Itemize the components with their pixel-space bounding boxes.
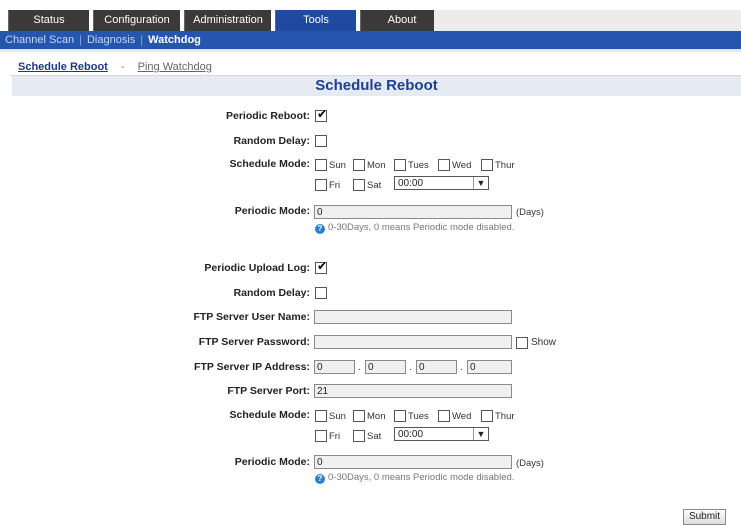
ftp-user-label: FTP Server User Name: [193,311,310,323]
upload-time-value: 00:00 [398,429,424,440]
periodic-mode-hint: ? 0-30Days, 0 means Periodic mode disable… [315,222,514,234]
top-navigation: Status Configuration Administration Tool… [0,0,741,32]
upload-periodic-mode-hint: ? 0-30Days, 0 means Periodic mode disable… [315,472,514,484]
day-tues-label: Tues [408,160,429,171]
subnav-watchdog[interactable]: Watchdog [143,34,206,46]
upload-periodic-mode-input[interactable]: 0 [314,455,512,469]
show-password-label: Show [531,337,557,348]
chevron-down-icon: ▼ [473,177,488,189]
link-schedule-reboot[interactable]: Schedule Reboot [18,61,108,73]
tab-administration[interactable]: Administration [184,10,271,31]
ftp-ip-octet-4[interactable]: 0 [467,360,512,374]
link-ping-watchdog[interactable]: Ping Watchdog [138,61,212,73]
upload-day-sun-checkbox[interactable] [315,410,327,422]
reboot-time-value: 00:00 [398,178,424,189]
day-wed-checkbox[interactable] [438,159,450,171]
upload-time-select[interactable]: 00:00 ▼ [394,427,489,441]
periodic-mode-input[interactable]: 0 [314,205,512,219]
section-title: Schedule Reboot [12,76,741,96]
tab-status[interactable]: Status [8,10,89,31]
tabs-filler [434,10,741,32]
random-delay-label: Random Delay: [233,135,310,147]
ftp-password-input[interactable] [314,335,512,349]
check-icon: ✔ [317,107,328,121]
upload-day-fri-checkbox[interactable] [315,430,327,442]
ftp-ip-octet-2[interactable]: 0 [365,360,406,374]
upload-day-thur-checkbox[interactable] [481,410,493,422]
periodic-mode-label: Periodic Mode: [234,205,310,217]
random-delay-checkbox[interactable] [315,135,327,147]
subnav-channel-scan[interactable]: Channel Scan [0,34,79,46]
day-sun-checkbox[interactable] [315,159,327,171]
day-sat-label: Sat [367,180,382,191]
upload-random-delay-label: Random Delay: [233,287,310,299]
ftp-port-label: FTP Server Port: [227,385,310,397]
upload-day-mon-label: Mon [367,411,386,422]
ip-dot: . [409,362,412,373]
upload-day-thur-label: Thur [495,411,515,422]
day-sun-label: Sun [329,160,346,171]
day-sat-checkbox[interactable] [353,179,365,191]
upload-day-sat-checkbox[interactable] [353,430,365,442]
chevron-down-icon: ▼ [473,428,488,440]
show-password-checkbox[interactable] [516,337,528,349]
day-mon-label: Mon [367,160,386,171]
day-thur-checkbox[interactable] [481,159,493,171]
upload-day-sun-label: Sun [329,411,346,422]
tab-configuration[interactable]: Configuration [93,10,180,31]
upload-day-wed-checkbox[interactable] [438,410,450,422]
periodic-mode-unit: (Days) [516,207,544,218]
day-fri-label: Fri [329,180,341,191]
tab-about[interactable]: About [360,10,443,31]
check-icon: ✔ [317,259,328,273]
periodic-upload-log-label: Periodic Upload Log: [204,262,310,274]
upload-day-fri-label: Fri [329,431,341,442]
upload-periodic-mode-label: Periodic Mode: [234,456,310,468]
periodic-reboot-checkbox[interactable]: ✔ [315,107,328,122]
ftp-ip-octet-3[interactable]: 0 [416,360,457,374]
upload-day-tues-label: Tues [408,411,429,422]
upload-periodic-mode-hint-text: 0-30Days, 0 means Periodic mode disabled… [328,472,515,483]
ftp-password-label: FTP Server Password: [198,336,310,348]
subnav-shadow [0,49,741,54]
ip-dot: . [358,362,361,373]
day-mon-checkbox[interactable] [353,159,365,171]
ftp-ip-label: FTP Server IP Address: [194,361,310,373]
upload-periodic-mode-unit: (Days) [516,458,544,469]
upload-day-sat-label: Sat [367,431,382,442]
upload-day-tues-checkbox[interactable] [394,410,406,422]
periodic-reboot-label: Periodic Reboot: [225,110,310,122]
schedule-mode-label: Schedule Mode: [229,158,310,170]
ftp-user-input[interactable] [314,310,512,324]
ftp-ip-octet-1[interactable]: 0 [314,360,355,374]
upload-schedule-mode-label: Schedule Mode: [229,409,310,421]
sub-navigation: Channel Scan | Diagnosis | Watchdog [0,31,741,49]
day-wed-label: Wed [452,160,472,171]
subnav-diagnosis[interactable]: Diagnosis [82,34,140,46]
page-nav-separator: - [120,61,125,73]
upload-day-mon-checkbox[interactable] [353,410,365,422]
periodic-upload-log-checkbox[interactable]: ✔ [315,259,328,274]
day-thur-label: Thur [495,160,515,171]
periodic-mode-hint-text: 0-30Days, 0 means Periodic mode disabled… [328,222,515,233]
ip-dot: . [460,362,463,373]
help-icon: ? [315,224,325,234]
tab-tools[interactable]: Tools [275,10,356,31]
day-fri-checkbox[interactable] [315,179,327,191]
reboot-time-select[interactable]: 00:00 ▼ [394,176,489,190]
upload-day-wed-label: Wed [452,411,472,422]
ftp-port-input[interactable]: 21 [314,384,512,398]
page-nav: Schedule Reboot - Ping Watchdog [18,61,212,73]
day-tues-checkbox[interactable] [394,159,406,171]
help-icon: ? [315,474,325,484]
upload-random-delay-checkbox[interactable] [315,287,327,299]
